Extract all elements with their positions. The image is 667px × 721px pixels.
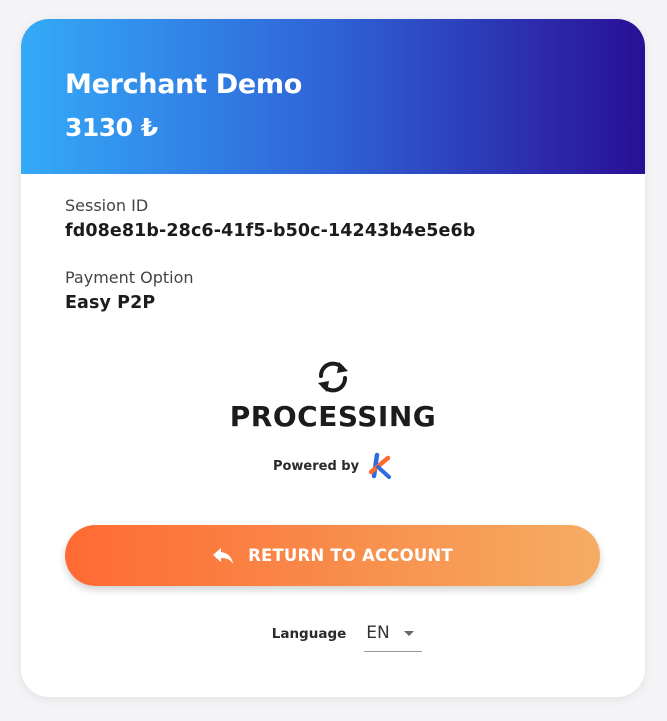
return-to-account-button[interactable]: RETURN TO ACCOUNT [65,525,600,586]
status-icon-wrap [21,359,645,399]
status-text: PROCESSING [229,400,437,433]
language-value: EN [366,623,390,643]
payment-card: Merchant Demo 3130 ₺ Session ID fd08e81b… [21,19,645,697]
chevron-down-icon [404,630,415,636]
powered-by-label: Powered by [272,458,360,474]
session-id-label: Session ID [65,196,149,215]
language-row: Language EN [21,615,645,652]
language-select[interactable]: EN [364,615,423,652]
payment-option-value: Easy P2P [65,293,156,313]
brand-logo-icon [368,452,392,479]
reply-arrow-icon [213,547,234,564]
card-header: Merchant Demo 3130 ₺ [21,19,645,174]
session-id-value: fd08e81b-28c6-41f5-b50c-14243b4e5e6b [65,221,476,241]
payment-amount: 3130 ₺ [65,113,158,142]
payment-option-label: Payment Option [65,268,194,287]
powered-by: Powered by [21,452,645,480]
language-label: Language [271,626,347,642]
return-button-label: RETURN TO ACCOUNT [248,546,453,565]
refresh-icon [318,361,348,393]
merchant-name: Merchant Demo [65,69,302,100]
